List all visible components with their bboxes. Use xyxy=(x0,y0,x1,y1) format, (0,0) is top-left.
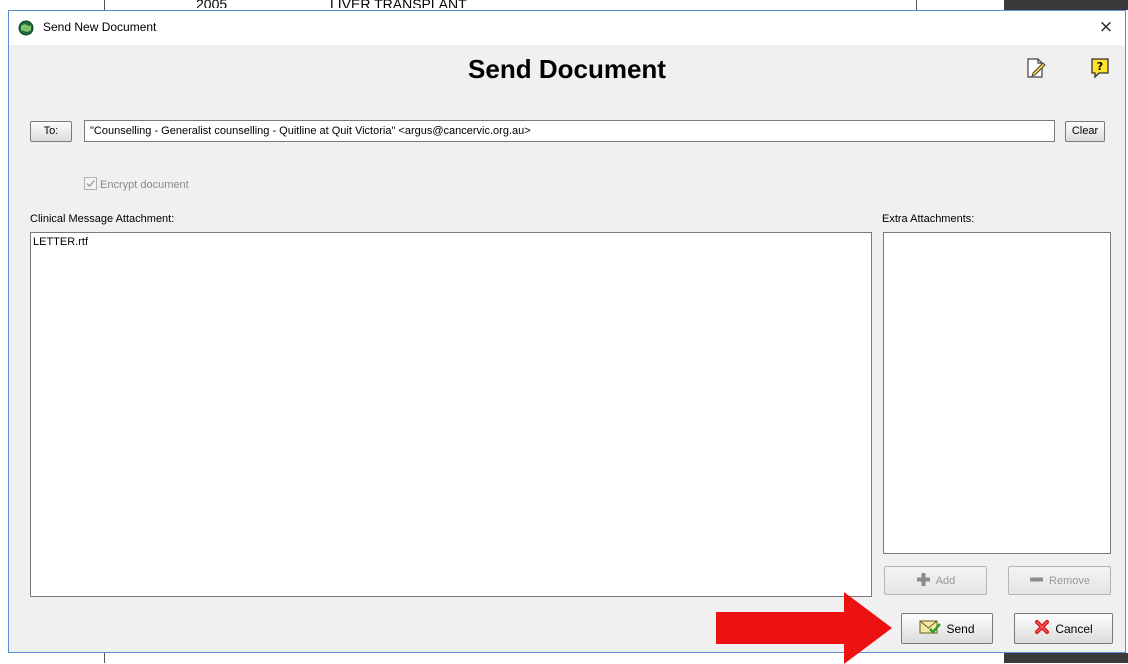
plus-icon xyxy=(916,572,931,590)
background-divider xyxy=(104,0,105,10)
add-button[interactable]: Add xyxy=(884,566,987,595)
minus-icon xyxy=(1029,572,1044,590)
add-label: Add xyxy=(935,574,956,587)
send-document-dialog: Send New Document × Send Document ? To: … xyxy=(8,10,1126,653)
background-panel xyxy=(1004,0,1128,10)
list-item[interactable]: LETTER.rtf xyxy=(31,233,871,251)
remove-button[interactable]: Remove xyxy=(1008,566,1111,595)
extra-attachments-label: Extra Attachments: xyxy=(882,213,975,225)
background-fragment-title: LIVER TRANSPLANT xyxy=(330,0,467,8)
background-fragment-year: 2005 xyxy=(196,0,228,8)
cancel-button[interactable]: Cancel xyxy=(1014,613,1113,644)
encrypt-label: Encrypt document xyxy=(100,179,189,191)
annotation-arrow-icon xyxy=(716,592,892,664)
background-panel xyxy=(1004,653,1128,663)
send-label: Send xyxy=(946,621,975,636)
help-icon[interactable]: ? xyxy=(1090,57,1110,79)
globe-icon xyxy=(18,20,34,36)
svg-text:?: ? xyxy=(1097,60,1103,73)
background-divider xyxy=(104,653,105,663)
send-button[interactable]: Send xyxy=(901,613,993,644)
to-button[interactable]: To: xyxy=(30,121,72,142)
envelope-check-icon xyxy=(919,619,942,638)
clinical-attachment-label: Clinical Message Attachment: xyxy=(30,213,175,225)
clinical-attachment-list[interactable]: LETTER.rtf xyxy=(30,232,872,597)
clear-button[interactable]: Clear xyxy=(1065,121,1105,142)
close-button[interactable]: × xyxy=(1093,15,1119,39)
cancel-label: Cancel xyxy=(1055,621,1093,636)
remove-label: Remove xyxy=(1049,574,1090,587)
edit-document-icon[interactable] xyxy=(1026,57,1046,79)
encrypt-checkbox xyxy=(84,177,97,190)
window-title: Send New Document xyxy=(43,20,157,34)
red-x-icon xyxy=(1034,619,1050,638)
background-divider xyxy=(916,0,917,10)
page-title: Send Document xyxy=(468,54,666,84)
encrypt-option: Encrypt document xyxy=(84,177,189,191)
recipient-field[interactable]: "Counselling - Generalist counselling - … xyxy=(84,120,1055,142)
title-bar: Send New Document × xyxy=(9,11,1125,45)
extra-attachments-list[interactable] xyxy=(883,232,1111,554)
